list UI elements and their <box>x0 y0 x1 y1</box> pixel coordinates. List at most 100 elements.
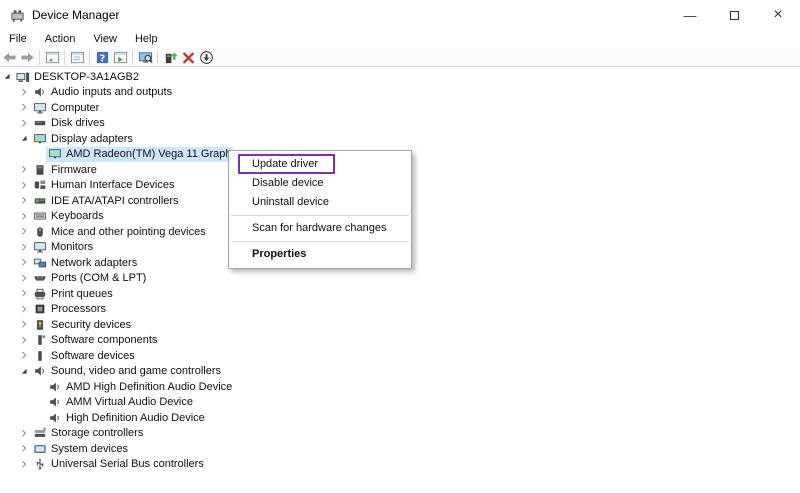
help-icon[interactable]: ? <box>93 49 111 66</box>
tree-item-body[interactable]: Software devices <box>31 348 137 364</box>
tree-item-label: Software components <box>51 334 157 346</box>
chevron-down-icon[interactable] <box>2 71 14 83</box>
update-driver-icon[interactable] <box>161 49 179 66</box>
context-menu-item-disable-device[interactable]: Disable device <box>229 174 411 193</box>
tree-item-label: Processors <box>51 303 106 315</box>
tree-item-body[interactable]: Audio inputs and outputs <box>31 85 174 101</box>
show-window-icon[interactable] <box>111 49 129 66</box>
tree-item[interactable]: System devices <box>0 441 800 457</box>
tree-item[interactable]: Processors <box>0 302 800 318</box>
forward-arrow-icon[interactable] <box>18 49 36 66</box>
tree-item-body[interactable]: Universal Serial Bus controllers <box>31 457 206 473</box>
chevron-right-icon[interactable] <box>19 272 31 284</box>
tree-item-body[interactable]: High Definition Audio Device <box>46 410 207 426</box>
console-window-icon[interactable] <box>43 49 61 66</box>
chevron-right-icon[interactable] <box>19 195 31 207</box>
tree-item-body[interactable]: Keyboards <box>31 209 106 225</box>
chevron-right-icon[interactable] <box>19 443 31 455</box>
tree-item[interactable]: Disk drives <box>0 116 800 132</box>
tree-item-body[interactable]: Network adapters <box>31 255 139 271</box>
tree-item[interactable]: High Definition Audio Device <box>0 410 800 426</box>
context-menu-item-scan-for-hardware-changes[interactable]: Scan for hardware changes <box>229 219 411 238</box>
back-arrow-icon[interactable] <box>0 49 18 66</box>
chevron-right-icon[interactable] <box>19 427 31 439</box>
chevron-right-icon[interactable] <box>19 241 31 253</box>
device-tree: DESKTOP-3A1AGB2Audio inputs and outputsC… <box>0 69 800 473</box>
menu-help[interactable]: Help <box>126 31 167 47</box>
chevron-right-icon[interactable] <box>19 164 31 176</box>
tree-item-body[interactable]: Human Interface Devices <box>31 178 177 194</box>
toolbar-separator <box>64 50 65 65</box>
tree-item[interactable]: Audio inputs and outputs <box>0 85 800 101</box>
chevron-down-icon[interactable] <box>19 365 31 377</box>
tree-item[interactable]: Software components <box>0 333 800 349</box>
tree-item-body[interactable]: Display adapters <box>31 131 135 147</box>
chevron-right-icon[interactable] <box>19 458 31 470</box>
properties-window-icon[interactable] <box>68 49 86 66</box>
tree-item-body[interactable]: Monitors <box>31 240 95 256</box>
speaker-icon <box>33 364 48 379</box>
storage-icon <box>33 426 48 441</box>
chevron-placeholder <box>34 412 46 424</box>
tree-item-body[interactable]: System devices <box>31 441 130 457</box>
tree-item[interactable]: Ports (COM & LPT) <box>0 271 800 287</box>
chevron-right-icon[interactable] <box>19 319 31 331</box>
tree-item-body[interactable]: Firmware <box>31 162 99 178</box>
minimize-button[interactable]: — <box>668 0 712 30</box>
security-icon <box>33 317 48 332</box>
disable-icon[interactable] <box>197 49 215 66</box>
chevron-right-icon[interactable] <box>19 350 31 362</box>
context-menu-item-properties[interactable]: Properties <box>229 245 411 264</box>
tree-item-body[interactable]: IDE ATA/ATAPI controllers <box>31 193 181 209</box>
uninstall-icon[interactable] <box>179 49 197 66</box>
chevron-right-icon[interactable] <box>19 334 31 346</box>
tree-item[interactable]: DESKTOP-3A1AGB2 <box>0 69 800 85</box>
tree-item[interactable]: Sound, video and game controllers <box>0 364 800 380</box>
tree-item-body[interactable]: Storage controllers <box>31 426 145 442</box>
tree-item[interactable]: Storage controllers <box>0 426 800 442</box>
selected-tree-item-body[interactable]: AMD Radeon(TM) Vega 11 Graph <box>46 147 233 163</box>
tree-item-body[interactable]: DESKTOP-3A1AGB2 <box>14 69 141 85</box>
chevron-right-icon[interactable] <box>19 179 31 191</box>
menu-file[interactable]: File <box>0 31 36 47</box>
chevron-right-icon[interactable] <box>19 303 31 315</box>
chevron-right-icon[interactable] <box>19 102 31 114</box>
tree-item[interactable]: AMD High Definition Audio Device <box>0 379 800 395</box>
menu-action[interactable]: Action <box>36 31 85 47</box>
chevron-right-icon[interactable] <box>19 117 31 129</box>
tree-item[interactable]: Display adapters <box>0 131 800 147</box>
tree-item-body[interactable]: Ports (COM & LPT) <box>31 271 148 287</box>
close-button[interactable]: × <box>756 0 800 30</box>
tree-item-body[interactable]: Processors <box>31 302 108 318</box>
tree-item[interactable]: AMM Virtual Audio Device <box>0 395 800 411</box>
tree-item-body[interactable]: AMM Virtual Audio Device <box>46 395 195 411</box>
tree-item-label: Security devices <box>51 319 131 331</box>
tree-item[interactable]: Software devices <box>0 348 800 364</box>
chevron-right-icon[interactable] <box>19 257 31 269</box>
context-menu-item-uninstall-device[interactable]: Uninstall device <box>229 193 411 212</box>
tree-item[interactable]: Computer <box>0 100 800 116</box>
maximize-button[interactable] <box>712 0 756 30</box>
tree-item-body[interactable]: Sound, video and game controllers <box>31 364 223 380</box>
chevron-down-icon[interactable] <box>19 133 31 145</box>
tree-item-body[interactable]: Computer <box>31 100 101 116</box>
tree-item-body[interactable]: Print queues <box>31 286 115 302</box>
chevron-right-icon[interactable] <box>19 210 31 222</box>
tree-item-body[interactable]: Disk drives <box>31 116 107 132</box>
chevron-right-icon[interactable] <box>19 86 31 98</box>
context-menu-item-update-driver[interactable]: Update driver <box>229 155 411 174</box>
tree-item-body[interactable]: Software components <box>31 333 159 349</box>
tree-item[interactable]: Universal Serial Bus controllers <box>0 457 800 473</box>
ide-icon <box>33 193 48 208</box>
chevron-right-icon[interactable] <box>19 288 31 300</box>
tree-item[interactable]: Print queues <box>0 286 800 302</box>
tree-item[interactable]: Security devices <box>0 317 800 333</box>
tree-item-label: Software devices <box>51 350 135 362</box>
tree-item-body[interactable]: AMD High Definition Audio Device <box>46 379 234 395</box>
menu-view[interactable]: View <box>84 31 126 47</box>
tree-item-body[interactable]: Mice and other pointing devices <box>31 224 208 240</box>
chevron-right-icon[interactable] <box>19 226 31 238</box>
scan-hardware-icon[interactable] <box>136 49 154 66</box>
tree-item-label: Mice and other pointing devices <box>51 226 206 238</box>
tree-item-body[interactable]: Security devices <box>31 317 133 333</box>
